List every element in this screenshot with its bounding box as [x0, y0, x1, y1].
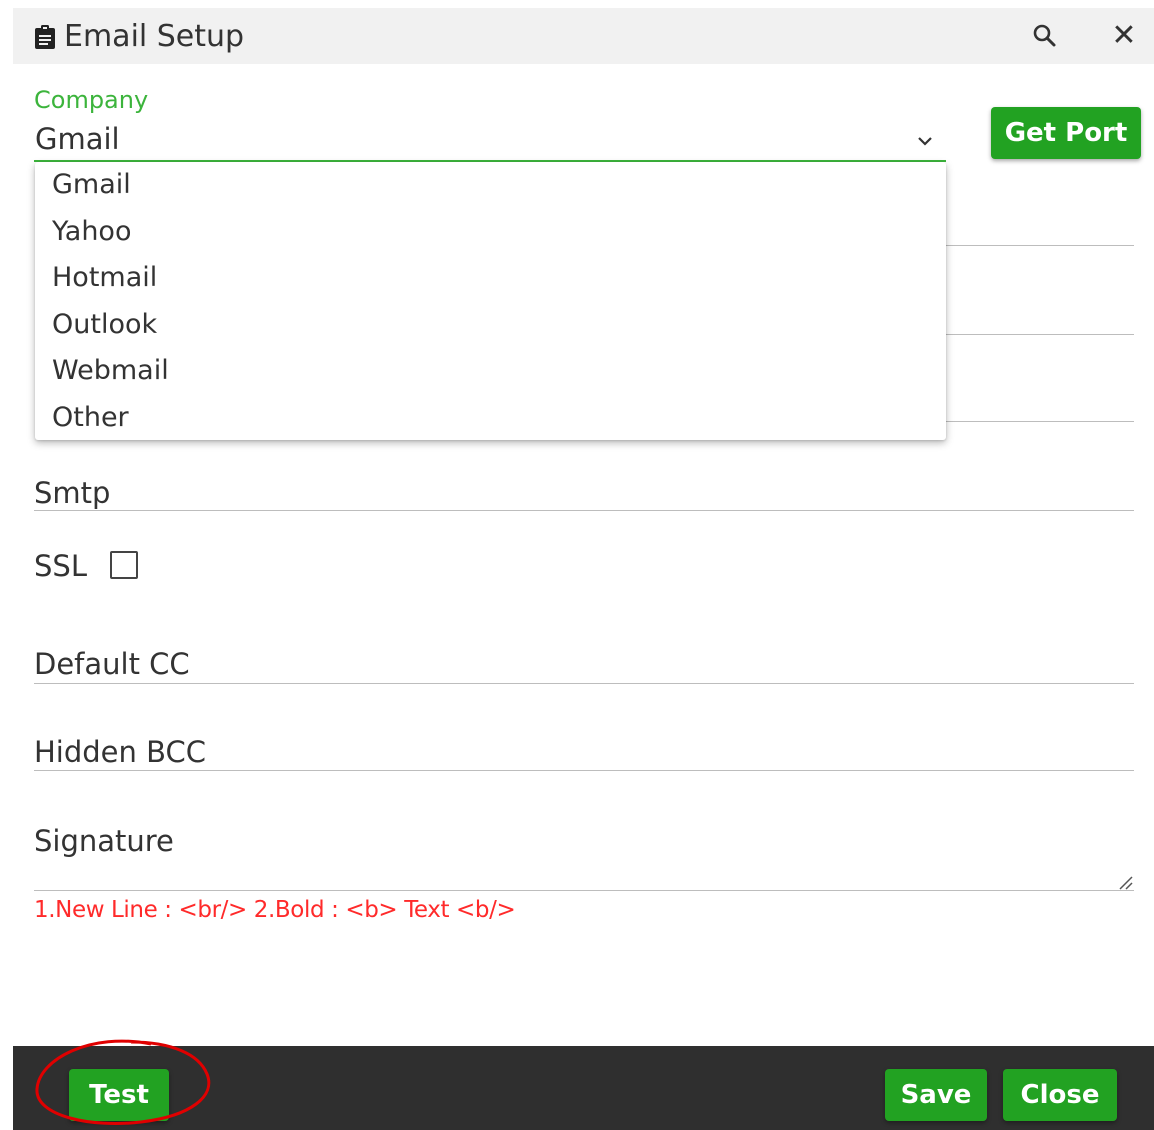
hidden-field-underline	[946, 421, 1134, 422]
hidden-bcc-field[interactable]: Hidden BCC	[34, 735, 206, 769]
search-button[interactable]	[1028, 20, 1062, 54]
signature-hint: 1.New Line : <br/> 2.Bold : <b> Text <b/…	[34, 897, 516, 923]
dropdown-option-yahoo[interactable]: Yahoo	[35, 209, 946, 256]
dropdown-option-webmail[interactable]: Webmail	[35, 348, 946, 395]
dialog-title: Email Setup	[64, 19, 245, 54]
dropdown-option-other[interactable]: Other	[35, 395, 946, 442]
chevron-down-icon	[918, 137, 932, 146]
smtp-field[interactable]: Smtp	[34, 476, 110, 510]
default-cc-underline	[34, 683, 1134, 684]
signature-underline	[34, 890, 1134, 891]
company-select-value: Gmail	[35, 122, 120, 156]
hidden-field-underline	[946, 334, 1134, 335]
close-icon[interactable]: ✕	[1107, 20, 1141, 54]
company-select[interactable]: Gmail	[34, 120, 946, 162]
annotation-circle	[35, 1039, 211, 1126]
dropdown-option-hotmail[interactable]: Hotmail	[35, 255, 946, 302]
dropdown-option-gmail[interactable]: Gmail	[35, 162, 946, 209]
resize-handle-icon[interactable]	[1117, 874, 1133, 890]
email-setup-dialog: Email Setup ✕ Company Gmail Get Port Smt…	[13, 8, 1154, 1130]
close-button[interactable]: Close	[1003, 1069, 1117, 1121]
search-icon	[1033, 24, 1056, 47]
ssl-checkbox[interactable]	[110, 551, 138, 579]
get-port-button[interactable]: Get Port	[991, 107, 1141, 159]
smtp-underline	[34, 510, 1134, 511]
hidden-field-underline	[946, 245, 1134, 246]
dropdown-option-outlook[interactable]: Outlook	[35, 302, 946, 349]
company-dropdown-menu: Gmail Yahoo Hotmail Outlook Webmail Othe…	[35, 162, 946, 440]
signature-field[interactable]: Signature	[34, 824, 174, 858]
save-button[interactable]: Save	[885, 1069, 987, 1121]
company-label: Company	[34, 86, 149, 114]
ssl-label: SSL	[34, 549, 87, 583]
default-cc-field[interactable]: Default CC	[34, 647, 190, 681]
hidden-bcc-underline	[34, 770, 1134, 771]
clipboard-icon	[35, 25, 55, 49]
dialog-header: Email Setup ✕	[13, 8, 1154, 64]
